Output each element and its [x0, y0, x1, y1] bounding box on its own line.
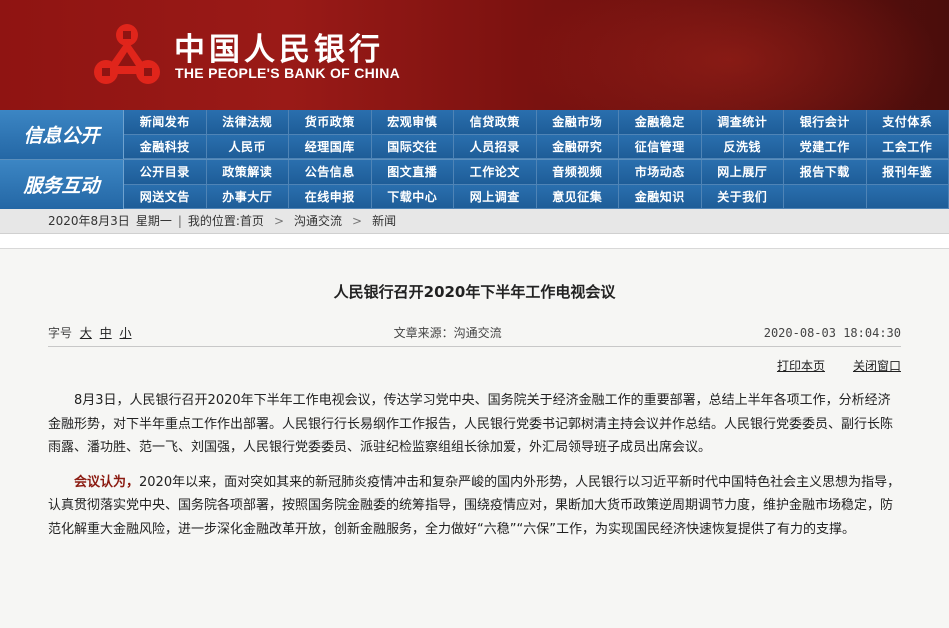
nav-link[interactable]: 货币政策 — [289, 110, 372, 135]
current-weekday: 星期一 — [136, 212, 172, 229]
nav-link[interactable]: 意见征集 — [537, 185, 620, 210]
font-size-label: 字号 — [48, 326, 72, 340]
font-size-medium-link[interactable]: 中 — [100, 326, 112, 340]
font-size-controls: 字号 大 中 小 — [48, 324, 132, 341]
nav-link[interactable]: 信贷政策 — [454, 110, 537, 135]
breadcrumb-home-link[interactable]: 首页 — [240, 212, 264, 229]
nav-link[interactable]: 网送文告 — [124, 185, 207, 210]
pboc-emblem-icon[interactable] — [92, 22, 162, 88]
nav-link[interactable]: 宏观审慎 — [372, 110, 455, 135]
article-timestamp: 2020-08-03 18:04:30 — [764, 326, 901, 340]
nav-link[interactable]: 市场动态 — [619, 160, 702, 185]
font-size-large-link[interactable]: 大 — [80, 326, 92, 340]
bank-name-chinese: 中国人民银行 — [174, 24, 384, 69]
breadcrumb-arrow: > — [274, 214, 284, 228]
nav-link[interactable]: 金融研究 — [537, 135, 620, 160]
nav-link[interactable]: 新闻发布 — [124, 110, 207, 135]
paragraph-text: 2020年以来，面对突如其来的新冠肺炎疫情冲击和复杂严峻的国内外形势，人民银行以… — [48, 475, 900, 537]
bank-name-english: THE PEOPLE'S BANK OF CHINA — [175, 65, 400, 81]
nav-link[interactable]: 公开目录 — [124, 160, 207, 185]
nav-link[interactable]: 国际交往 — [372, 135, 455, 160]
nav-link[interactable]: 人员招录 — [454, 135, 537, 160]
article-meta-bar: 字号 大 中 小 文章来源：沟通交流 2020-08-03 18:04:30 — [48, 319, 901, 347]
article-title: 人民银行召开2020年下半年工作电视会议 — [0, 249, 949, 319]
nav-link[interactable]: 图文直播 — [372, 160, 455, 185]
nav-link[interactable]: 银行会计 — [784, 110, 867, 135]
nav-links-grid: 新闻发布 法律法规 货币政策 宏观审慎 信贷政策 金融市场 金融稳定 调查统计 … — [124, 110, 949, 159]
article-actions: 打印本页 关闭窗口 — [48, 347, 901, 383]
site-header: 中国人民银行 THE PEOPLE'S BANK OF CHINA — [0, 0, 949, 110]
nav-link[interactable]: 金融知识 — [619, 185, 702, 210]
nav-link[interactable]: 工作论文 — [454, 160, 537, 185]
nav-link[interactable]: 关于我们 — [702, 185, 785, 210]
article-body: 8月3日，人民银行召开2020年下半年工作电视会议，传达学习党中央、国务院关于经… — [48, 383, 901, 541]
breadcrumb-link-news[interactable]: 新闻 — [372, 212, 396, 229]
breadcrumb-separator: | — [178, 214, 182, 228]
nav-link[interactable]: 金融科技 — [124, 135, 207, 160]
article-area: 人民银行召开2020年下半年工作电视会议 字号 大 中 小 文章来源：沟通交流 … — [0, 248, 949, 628]
nav-link[interactable]: 网上调查 — [454, 185, 537, 210]
article-paragraph: 会议认为，2020年以来，面对突如其来的新冠肺炎疫情冲击和复杂严峻的国内外形势，… — [48, 471, 901, 542]
header-glow — [520, 0, 940, 110]
nav-link[interactable]: 金融稳定 — [619, 110, 702, 135]
breadcrumb-link-communication[interactable]: 沟通交流 — [294, 212, 342, 229]
print-page-link[interactable]: 打印本页 — [777, 357, 825, 374]
nav-link[interactable]: 音频视频 — [537, 160, 620, 185]
nav-empty-cell — [784, 185, 867, 210]
breadcrumb-arrow: > — [352, 214, 362, 228]
nav-section-title: 信息公开 — [0, 110, 124, 159]
font-size-small-link[interactable]: 小 — [120, 326, 132, 340]
nav-link[interactable]: 经理国库 — [289, 135, 372, 160]
close-window-link[interactable]: 关闭窗口 — [853, 357, 901, 374]
nav-link[interactable]: 人民币 — [207, 135, 290, 160]
article-paragraph: 8月3日，人民银行召开2020年下半年工作电视会议，传达学习党中央、国务院关于经… — [48, 389, 901, 460]
nav-section-service: 服务互动 公开目录 政策解读 公告信息 图文直播 工作论文 音频视频 市场动态 … — [0, 159, 949, 208]
nav-empty-cell — [867, 185, 949, 210]
main-nav: 信息公开 新闻发布 法律法规 货币政策 宏观审慎 信贷政策 金融市场 金融稳定 … — [0, 110, 949, 208]
nav-link[interactable]: 报告下载 — [784, 160, 867, 185]
nav-link[interactable]: 政策解读 — [207, 160, 290, 185]
nav-link[interactable]: 调查统计 — [702, 110, 785, 135]
nav-link[interactable]: 法律法规 — [207, 110, 290, 135]
nav-link[interactable]: 办事大厅 — [207, 185, 290, 210]
nav-section-info: 信息公开 新闻发布 法律法规 货币政策 宏观审慎 信贷政策 金融市场 金融稳定 … — [0, 110, 949, 159]
breadcrumb: 2020年8月3日 星期一 | 我的位置: 首页 > 沟通交流 > 新闻 — [0, 208, 949, 234]
nav-link[interactable]: 工会工作 — [867, 135, 949, 160]
nav-link[interactable]: 党建工作 — [784, 135, 867, 160]
paragraph-lead: 会议认为， — [74, 475, 139, 490]
nav-link[interactable]: 网上展厅 — [702, 160, 785, 185]
nav-link[interactable]: 报刊年鉴 — [867, 160, 949, 185]
nav-links-grid: 公开目录 政策解读 公告信息 图文直播 工作论文 音频视频 市场动态 网上展厅 … — [124, 160, 949, 208]
current-date: 2020年8月3日 — [48, 212, 130, 229]
article-source: 文章来源：沟通交流 — [394, 324, 502, 341]
location-label: 我的位置: — [188, 212, 240, 229]
nav-link[interactable]: 支付体系 — [867, 110, 949, 135]
nav-link[interactable]: 下载中心 — [372, 185, 455, 210]
nav-link[interactable]: 在线申报 — [289, 185, 372, 210]
nav-link[interactable]: 反洗钱 — [702, 135, 785, 160]
nav-link[interactable]: 金融市场 — [537, 110, 620, 135]
nav-section-title: 服务互动 — [0, 160, 124, 209]
nav-link[interactable]: 征信管理 — [619, 135, 702, 160]
nav-link[interactable]: 公告信息 — [289, 160, 372, 185]
